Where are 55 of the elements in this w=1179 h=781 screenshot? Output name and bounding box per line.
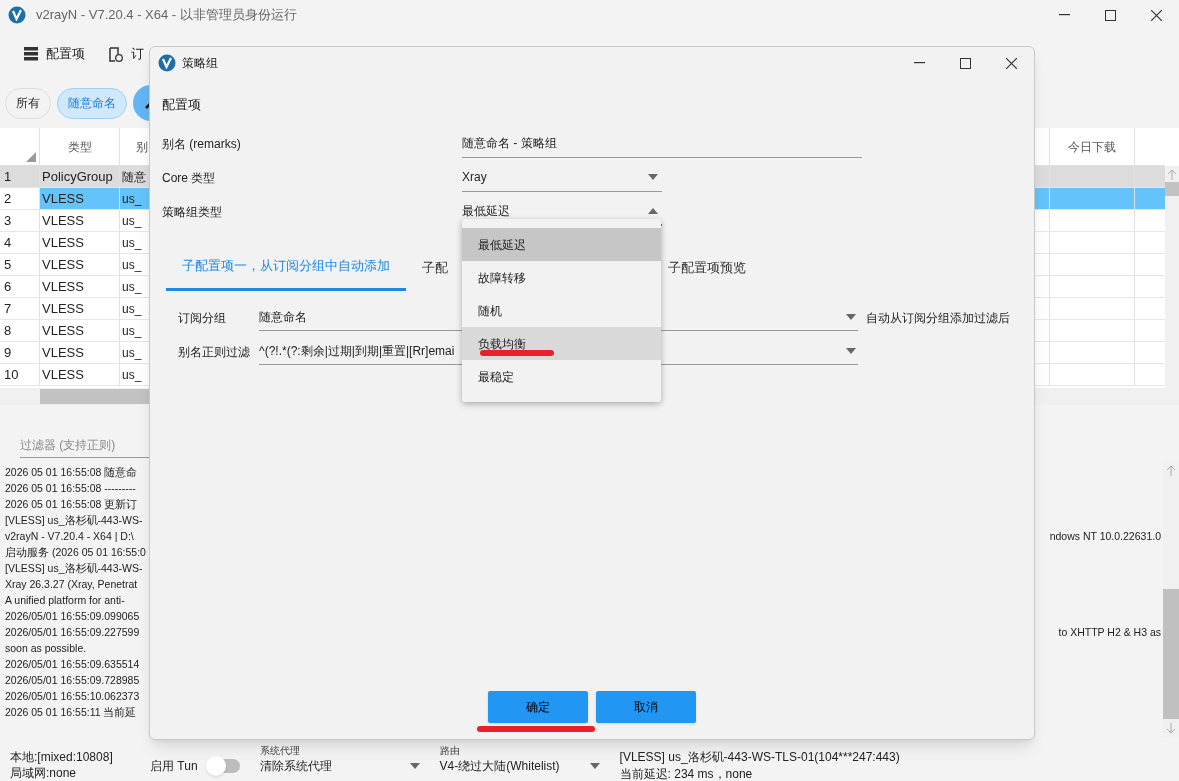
log-line: 2026/05/01 16:55:09.099065 [5, 609, 140, 624]
field-label: 订阅分组 [178, 309, 227, 327]
log-line: ndows NT 10.0.22631.0 [1049, 529, 1161, 544]
table-cell: PolicyGroup [40, 166, 120, 187]
table-cell: VLESS [40, 298, 120, 319]
tun-label: 启用 Tun [150, 758, 198, 775]
server-text: [VLESS] us_洛杉矶-443-WS-TLS-01(104***247:443) [619, 749, 900, 766]
local-port-text: 本地:[mixed:10808] [10, 749, 114, 765]
field-note: 自动从订阅分组添加过滤后 [866, 309, 1010, 327]
table-cell-text: us_ [122, 322, 142, 340]
log-line: 2026 05 01 16:55:08 更新订 [5, 497, 138, 512]
log-line: 2026 05 01 16:55:11 当前延 [5, 705, 137, 720]
table-cell: VLESS [40, 254, 120, 275]
field-label: 别名 (remarks) [162, 135, 242, 153]
latency-text: 当前延迟: 234 ms，none [619, 766, 754, 781]
log-line: 2026/05/01 16:55:09.635514 [5, 657, 140, 672]
table-cell: VLESS [40, 364, 120, 385]
table-cell-text: us_ [122, 278, 142, 296]
row-number: 2 [0, 188, 40, 209]
table-cell-text: us_ [122, 256, 142, 274]
table-cell-text: 随意 [122, 168, 146, 186]
table-cell-text: us_ [122, 300, 142, 318]
table-cell: VLESS [40, 276, 120, 297]
table-cell: VLESS [40, 232, 120, 253]
log-line: v2rayN - V7.20.4 - X64 | D:\ [5, 529, 134, 544]
table-cell-text: us_ [122, 234, 142, 252]
log-line: Xray 26.3.27 (Xray, Penetrat [5, 577, 138, 592]
table-cell: VLESS [40, 188, 120, 209]
log-line: [VLESS] us_洛杉矶-443-WS- [5, 561, 143, 576]
table-cell: VLESS [40, 342, 120, 363]
table-cell-text: us_ [122, 366, 142, 384]
log-line: 2026/05/01 16:55:10.062373 [5, 689, 140, 704]
table-cell-text: us_ [122, 212, 142, 230]
table-cell-text: us_ [122, 190, 142, 208]
table-cell: VLESS [40, 320, 120, 341]
log-line: soon as possible. [5, 641, 87, 656]
field-label: 策略组类型 [162, 203, 223, 221]
section-heading: 配置项 [162, 96, 202, 114]
log-line: [VLESS] us_洛杉矶-443-WS- [5, 513, 143, 528]
lan-text: 局域网:none [10, 765, 78, 781]
table-cell: VLESS [40, 210, 120, 231]
log-line: A unified platform for anti- [5, 593, 125, 608]
routing-label: 路由 [439, 745, 461, 757]
window-title: v2rayN - V7.20.4 - X64 - 以非管理员身份运行 [36, 6, 297, 25]
dialog-title: 策略组 [182, 55, 218, 72]
table-cell-text: us_ [122, 344, 142, 362]
log-line: to XHTTP H2 & H3 as [1058, 625, 1161, 640]
log-line: 启动服务 (2026 05 01 16:55:0 [5, 545, 146, 560]
log-line: 2026/05/01 16:55:09.227599 [5, 625, 140, 640]
log-line: 2026 05 01 16:55:08 随意命 [5, 465, 138, 480]
log-line: 2026 05 01 16:55:08 --------- [5, 481, 136, 496]
field-label: Core 类型 [162, 169, 217, 187]
log-line: 2026/05/01 16:55:09.728985 [5, 673, 140, 688]
proxy-label: 系统代理 [259, 745, 301, 757]
field-label: 别名正则过滤 [178, 343, 251, 361]
